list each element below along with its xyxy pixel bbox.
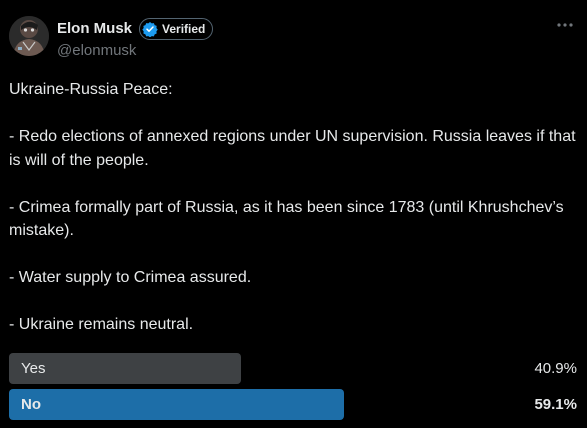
tweet-line: - Ukraine remains neutral. — [9, 316, 194, 333]
avatar-photo-icon — [9, 16, 49, 56]
poll: Yes 40.9% No 59.1% — [9, 353, 577, 425]
author-handle[interactable]: @elonmusk — [57, 42, 136, 60]
author-display-name[interactable]: Elon Musk — [57, 19, 132, 39]
tweet-text: Ukraine-Russia Peace: - Redo elections o… — [9, 78, 581, 337]
tweet-line: - Redo elections of annexed regions unde… — [9, 128, 576, 169]
poll-option-yes[interactable]: Yes 40.9% — [9, 353, 577, 384]
tweet-line: - Crimea formally part of Russia, as it … — [9, 198, 564, 240]
poll-option-no[interactable]: No 59.1% — [9, 389, 577, 420]
poll-option-percent: 59.1% — [534, 396, 577, 413]
more-dots-icon — [557, 23, 573, 27]
verified-checkmark-icon — [142, 22, 158, 37]
poll-option-label: No — [21, 396, 41, 413]
tweet-line: - Water supply to Crimea assured. — [9, 269, 252, 286]
verified-label: Verified — [162, 22, 206, 36]
tweet-line: Ukraine-Russia Peace: — [9, 81, 173, 98]
more-options-button[interactable] — [553, 15, 577, 35]
poll-option-percent: 40.9% — [534, 360, 577, 377]
avatar[interactable] — [9, 16, 49, 56]
poll-option-label: Yes — [21, 360, 46, 377]
tweet-header: Elon Musk Verified @elonmusk — [0, 0, 587, 70]
author-name-row: Elon Musk Verified — [57, 18, 214, 40]
poll-result-bar — [9, 389, 344, 420]
verified-badge[interactable]: Verified — [139, 18, 214, 40]
